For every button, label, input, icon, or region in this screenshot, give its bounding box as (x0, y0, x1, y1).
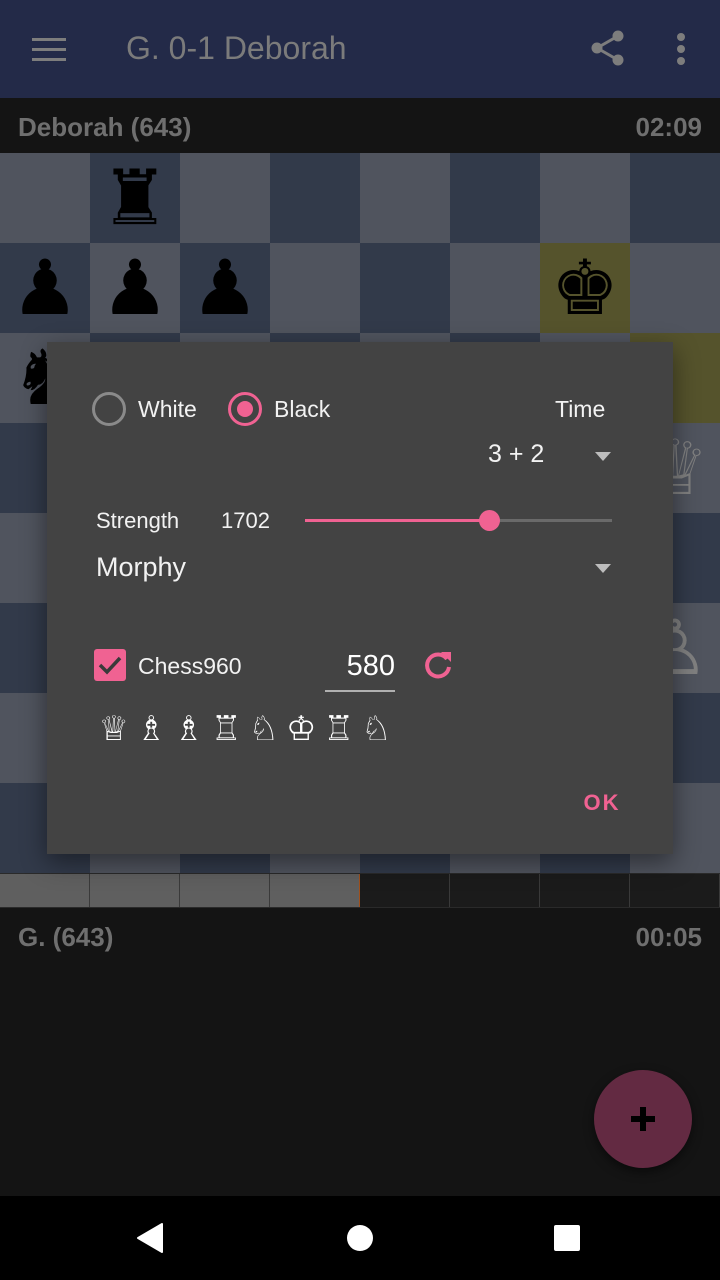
black-pawn-piece[interactable]: ♟ (180, 243, 270, 333)
more-vert-icon[interactable] (664, 30, 698, 70)
nav-home-button[interactable] (340, 1220, 380, 1256)
board-square[interactable] (0, 153, 90, 243)
new-game-fab[interactable] (594, 1070, 692, 1168)
home-circle-icon (347, 1225, 373, 1251)
time-dropdown-arrow-icon (595, 452, 611, 461)
board-square[interactable] (360, 153, 450, 243)
randomize-refresh-icon[interactable] (421, 648, 455, 682)
board-square[interactable] (450, 243, 540, 333)
engine-dropdown[interactable]: Morphy (95, 546, 627, 594)
ok-button[interactable]: OK (567, 790, 637, 824)
board-square[interactable] (630, 153, 720, 243)
move-cell[interactable] (360, 874, 450, 907)
radio-black[interactable] (228, 392, 262, 426)
black-pawn-piece[interactable]: ♟ (0, 243, 90, 333)
move-cell[interactable] (540, 874, 630, 907)
chess960-back-rank-preview: ♕ ♗ ♗ ♖ ♘ ♔ ♖ ♘ (95, 709, 395, 749)
chess960-checkbox[interactable] (94, 649, 126, 681)
move-cell[interactable] (270, 874, 360, 907)
slider-fill (305, 519, 490, 522)
black-king-piece[interactable]: ♚ (540, 243, 630, 333)
board-square[interactable] (540, 153, 630, 243)
black-pawn-piece[interactable]: ♟ (90, 243, 180, 333)
back-rank-piece-icon: ♗ (136, 709, 167, 749)
move-cell[interactable] (0, 874, 90, 907)
system-nav-bar (0, 1196, 720, 1280)
back-rank-piece-icon: ♘ (248, 709, 279, 749)
move-cell[interactable] (630, 874, 720, 907)
move-cell[interactable] (180, 874, 270, 907)
time-value: 3 + 2 (488, 440, 545, 468)
app-bar: G. 0-1 Deborah (0, 0, 720, 98)
black-rook-piece[interactable]: ♜ (90, 153, 180, 243)
back-rank-piece-icon: ♕ (98, 709, 129, 749)
move-cell[interactable] (450, 874, 540, 907)
bottom-player-bar: G. (643) 00:05 (0, 908, 720, 964)
recents-square-icon (554, 1225, 580, 1251)
back-rank-piece-icon: ♗ (173, 709, 204, 749)
board-square[interactable] (270, 153, 360, 243)
strength-slider[interactable] (305, 506, 612, 536)
chess960-position-input[interactable]: 580 (325, 648, 395, 692)
strength-value: 1702 (221, 508, 270, 533)
bottom-player-name: G. (643) (18, 922, 114, 952)
plus-icon (631, 1107, 655, 1131)
board-square[interactable] (270, 243, 360, 333)
back-rank-piece-icon: ♖ (211, 709, 242, 749)
menu-icon[interactable] (32, 38, 66, 62)
new-game-dialog: White Black Time 3 + 2 Strength 1702 Mor… (47, 342, 673, 854)
page-title: G. 0-1 Deborah (126, 30, 347, 66)
radio-white[interactable] (92, 392, 126, 426)
board-square[interactable] (180, 153, 270, 243)
nav-recents-button[interactable] (547, 1220, 587, 1256)
nav-back-button[interactable] (132, 1220, 172, 1256)
board-square[interactable] (630, 243, 720, 333)
top-player-name: Deborah (643) (18, 112, 192, 142)
back-triangle-icon (137, 1223, 163, 1253)
engine-value: Morphy (96, 552, 187, 582)
board-square[interactable] (360, 243, 450, 333)
share-icon[interactable] (588, 28, 628, 68)
chess960-label[interactable]: Chess960 (138, 653, 242, 680)
back-rank-piece-icon: ♘ (361, 709, 392, 749)
bottom-player-clock: 00:05 (635, 922, 703, 952)
back-rank-piece-icon: ♔ (286, 709, 317, 749)
board-square[interactable] (450, 153, 540, 243)
strength-label: Strength (96, 508, 180, 533)
move-cell[interactable] (90, 874, 180, 907)
radio-white-label[interactable]: White (138, 396, 197, 423)
time-dropdown[interactable]: 3 + 2 (467, 434, 627, 474)
check-icon (98, 656, 122, 675)
move-history-bar[interactable] (0, 873, 720, 908)
engine-dropdown-arrow-icon (595, 564, 611, 573)
top-player-clock: 02:09 (635, 112, 703, 142)
radio-black-label[interactable]: Black (274, 396, 330, 423)
back-rank-piece-icon: ♖ (323, 709, 354, 749)
slider-thumb[interactable] (479, 510, 501, 531)
time-label: Time (555, 396, 606, 422)
top-player-bar: Deborah (643) 02:09 (0, 98, 720, 154)
